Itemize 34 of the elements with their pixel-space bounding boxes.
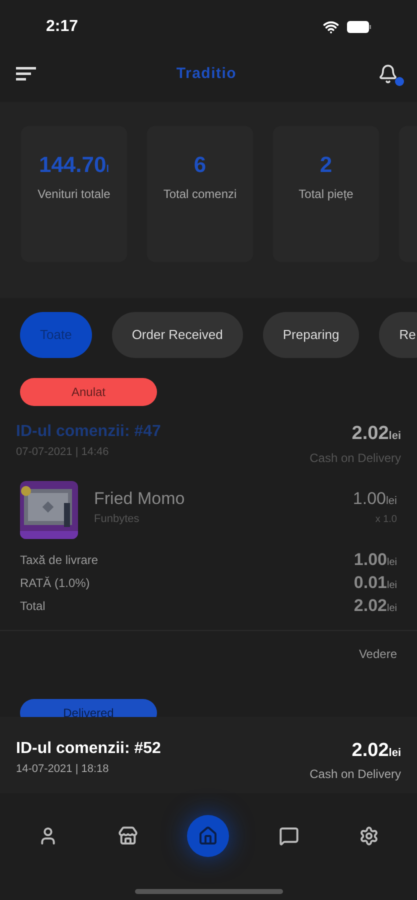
store-icon [118, 826, 138, 846]
item-name: Fried Momo [94, 488, 186, 510]
settings-icon [358, 826, 379, 846]
order-amount: 2.02lei [352, 738, 401, 762]
filter-chip[interactable]: Preparing [262, 312, 360, 358]
stat-label: Total piețe [298, 186, 354, 203]
menu-icon[interactable] [16, 66, 38, 82]
filter-chip[interactable]: Re [379, 312, 417, 358]
order-amount: 2.02lei [352, 422, 401, 446]
payment-method: Cash on Delivery [310, 766, 401, 783]
view-button[interactable]: Vedere [358, 644, 397, 662]
wifi-icon [323, 19, 339, 35]
fee-amount: 0.01lei [354, 572, 397, 594]
home-icon [198, 826, 218, 846]
stat-label: Total comenzi [163, 186, 237, 203]
filter-chip[interactable]: Order Received [112, 312, 243, 358]
fee-label: Total [20, 598, 46, 615]
battery-icon [347, 21, 371, 33]
stat-value: 2 [320, 151, 332, 179]
status-badge: Anulat [20, 378, 157, 406]
fee-amount: 2.02lei [354, 595, 397, 618]
app-title: Traditio [176, 64, 237, 84]
status-time: 2:17 [46, 17, 78, 37]
stat-label: Venituri totale [38, 186, 110, 203]
stat-value: 6 [194, 151, 206, 179]
order-id: ID-ul comenzii: #47 [16, 422, 161, 442]
chat-icon [278, 826, 299, 846]
order-id: ID-ul comenzii: #52 [16, 738, 161, 758]
stat-value: 144.70l [38, 151, 110, 179]
order-date: 14-07-2021 | 18:18 [16, 762, 110, 776]
item-price: 1.00lei [352, 488, 397, 510]
fee-label: Taxă de livrare [20, 552, 98, 569]
fee-amount: 1.00lei [354, 549, 397, 572]
fee-label: RATĂ (1.0%) [20, 575, 90, 592]
